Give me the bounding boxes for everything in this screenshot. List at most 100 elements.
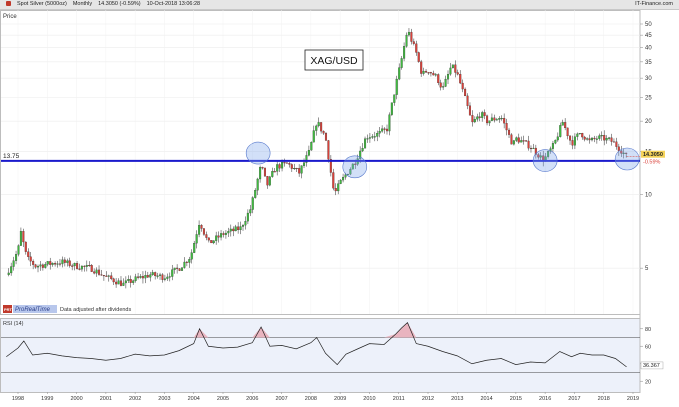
- x-tick-label: 2015: [510, 396, 522, 402]
- x-tick-label: 2013: [451, 396, 463, 402]
- candle-up: [10, 266, 13, 274]
- candle-down: [176, 267, 179, 269]
- candle-up: [95, 269, 98, 274]
- candle-down: [295, 167, 298, 170]
- x-tick-label: 2016: [539, 396, 551, 402]
- x-tick-label: 2017: [568, 396, 580, 402]
- price-tick-label: 35: [645, 60, 652, 66]
- candle-down: [154, 272, 157, 277]
- touch-highlight: [245, 141, 271, 165]
- candle-down: [178, 268, 181, 271]
- candle-up: [434, 74, 437, 76]
- candle-up: [512, 140, 515, 145]
- candle-up: [344, 174, 347, 178]
- candle-up: [19, 231, 22, 246]
- candle-down: [478, 116, 481, 118]
- x-tick-label: 2001: [100, 396, 112, 402]
- candle-up: [446, 74, 450, 80]
- candle-down: [22, 231, 25, 243]
- x-tick-label: 2012: [422, 396, 434, 402]
- candle-up: [249, 209, 252, 214]
- candle-up: [388, 114, 391, 132]
- candle-up: [586, 138, 589, 140]
- candle-down: [102, 275, 105, 277]
- candle-up: [378, 131, 381, 134]
- candle-down: [417, 52, 420, 62]
- candle-up: [573, 136, 576, 146]
- candle-down: [41, 264, 44, 268]
- candle-down: [137, 276, 140, 278]
- candle-up: [229, 228, 232, 232]
- candle-down: [415, 43, 418, 53]
- candle-up: [132, 280, 135, 283]
- candle-up: [312, 130, 315, 143]
- candle-up: [171, 269, 174, 277]
- candle-up: [449, 67, 452, 75]
- candle-down: [93, 271, 96, 274]
- candle-down: [429, 72, 432, 74]
- candle-up: [307, 149, 310, 156]
- candle-down: [63, 259, 66, 263]
- x-tick-label: 2006: [246, 396, 258, 402]
- candle-up: [339, 179, 342, 184]
- candle-up: [107, 275, 110, 277]
- candle-down: [266, 175, 269, 186]
- last-price-value: 14.3050: [643, 152, 663, 158]
- x-tick-label: 2019: [627, 396, 639, 402]
- candle-down: [456, 72, 459, 75]
- chart-title: XAG/USD: [310, 55, 358, 67]
- candle-up: [366, 138, 369, 140]
- candle-up: [376, 133, 379, 137]
- candle-up: [234, 226, 237, 232]
- candle-up: [293, 167, 296, 170]
- candle-up: [595, 138, 598, 140]
- rsi-tick-label: 20: [645, 379, 651, 385]
- candle-up: [17, 245, 20, 255]
- x-tick-label: 2005: [217, 396, 229, 402]
- candle-down: [283, 162, 286, 164]
- candle-down: [200, 225, 203, 229]
- candle-up: [554, 139, 557, 144]
- candle-up: [515, 137, 518, 141]
- candle-up: [520, 140, 523, 143]
- candle-down: [261, 167, 264, 169]
- candle-down: [115, 281, 118, 285]
- candle-down: [564, 122, 567, 129]
- candle-down: [610, 137, 613, 142]
- candle-down: [112, 278, 115, 283]
- candle-down: [527, 140, 530, 149]
- candle-down: [566, 127, 569, 137]
- change-value: -0.59%: [643, 160, 661, 166]
- candle-down: [288, 163, 291, 165]
- chart-canvas: 5101520253035404550199819992000200120022…: [0, 10, 665, 402]
- candle-up: [398, 67, 401, 80]
- candle-up: [251, 197, 254, 210]
- candle-down: [571, 140, 574, 146]
- candle-down: [529, 147, 533, 150]
- x-tick-label: 1999: [41, 396, 53, 402]
- candle-up: [7, 272, 10, 275]
- candle-up: [490, 117, 493, 121]
- candle-down: [517, 137, 520, 143]
- candle-up: [361, 148, 364, 152]
- candle-up: [310, 142, 313, 151]
- candle-down: [486, 115, 489, 124]
- candle-up: [12, 260, 15, 267]
- candle-down: [588, 138, 591, 141]
- candle-down: [503, 118, 506, 124]
- candle-up: [500, 118, 503, 120]
- candle-up: [46, 261, 49, 265]
- x-tick-label: 2018: [598, 396, 610, 402]
- candle-down: [468, 105, 472, 116]
- candle-up: [239, 226, 242, 231]
- candle-down: [29, 256, 32, 262]
- candle-down: [332, 172, 335, 189]
- x-tick-label: 2009: [334, 396, 346, 402]
- candle-up: [276, 164, 279, 172]
- candle-up: [215, 235, 218, 241]
- candle-down: [146, 275, 149, 278]
- candle-down: [385, 128, 389, 132]
- candle-up: [212, 240, 215, 244]
- candle-up: [256, 178, 259, 191]
- price-tick-label: 30: [645, 76, 652, 82]
